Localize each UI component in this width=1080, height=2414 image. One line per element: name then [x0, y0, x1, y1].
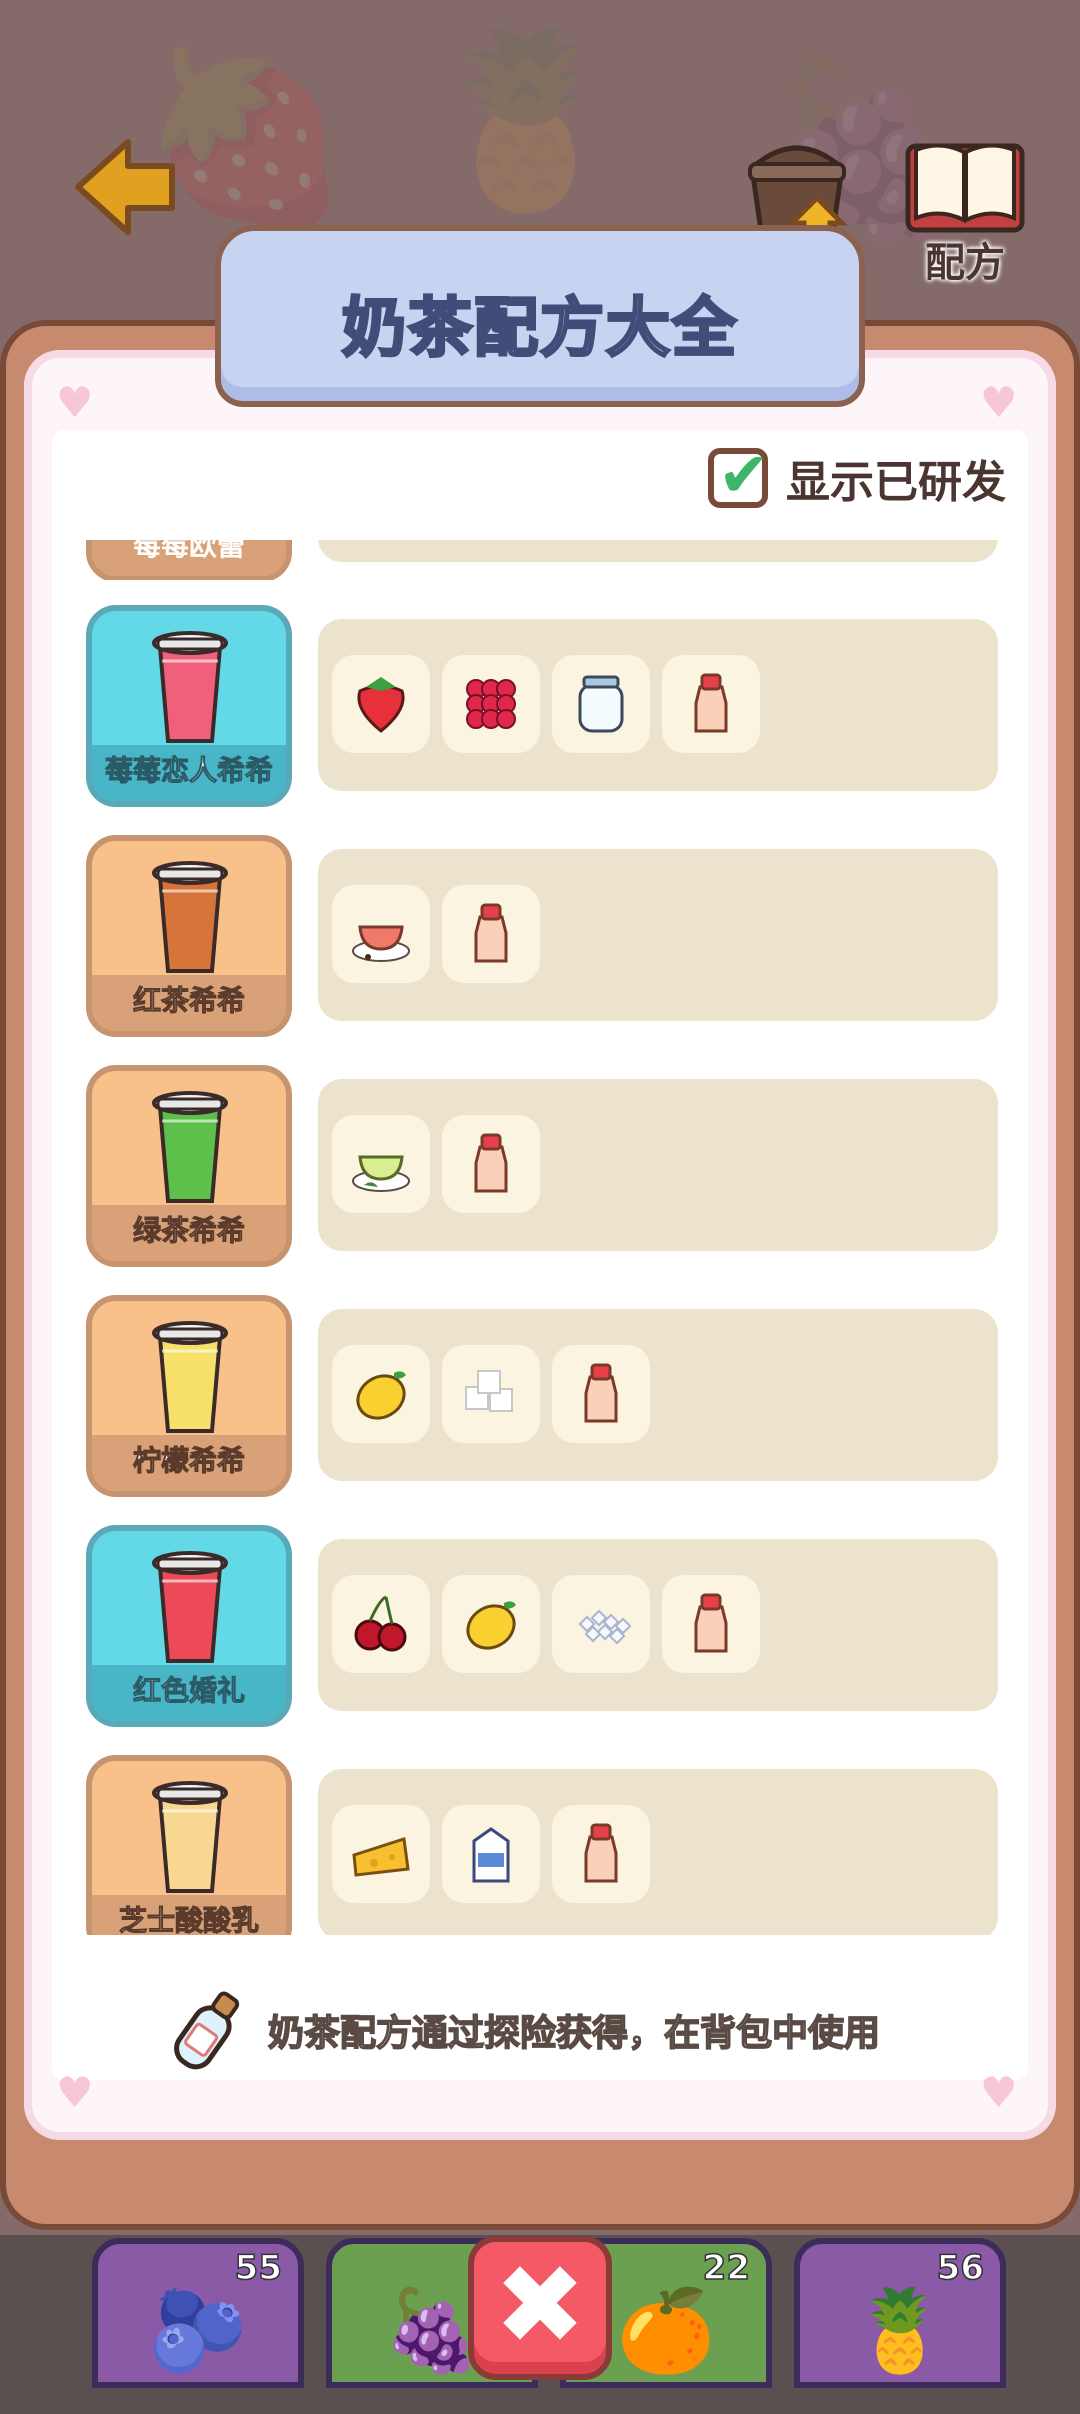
lemon-icon[interactable] [442, 1575, 540, 1673]
message-bottle-icon [174, 1991, 240, 2070]
heart-decoration-icon: ♥ [56, 378, 94, 427]
back-button[interactable] [70, 132, 180, 242]
ingredient-panel [318, 1539, 998, 1711]
ingredient-panel [318, 849, 998, 1021]
lemon-icon[interactable] [332, 1345, 430, 1443]
sugar-crystals-icon[interactable] [552, 1575, 650, 1673]
drink-cup-icon [152, 631, 228, 743]
page-title: 奶茶配方大全 [341, 291, 738, 368]
drink-name: 芝士酸酸乳 [92, 1895, 286, 1935]
show-developed-label: 显示已研发 [786, 457, 1006, 508]
drink-tile[interactable]: 红茶希希 [86, 835, 292, 1037]
recipe-label: 配方 [925, 240, 1005, 286]
sugar-cube-icon[interactable] [442, 1345, 540, 1443]
drink-name: 红茶希希 [92, 975, 286, 1031]
ingredient-panel [318, 1309, 998, 1481]
drink-tile[interactable]: 柠檬希希 [86, 1295, 292, 1497]
checkmark-icon: ✔ [718, 438, 770, 511]
cherry-icon[interactable] [332, 1575, 430, 1673]
recipe-row: 绿茶希希 [86, 1065, 998, 1267]
heart-decoration-icon: ♥ [980, 378, 1018, 427]
drink-cup-icon [152, 861, 228, 973]
drink-name: 莓莓恋人希希乳 [92, 745, 286, 801]
inventory-count: 22 [702, 2247, 751, 2289]
yakult-icon[interactable] [442, 1115, 540, 1213]
jar-icon[interactable] [552, 655, 650, 753]
yakult-icon[interactable] [662, 1575, 760, 1673]
close-button[interactable]: ✖ [468, 2236, 612, 2380]
recipe-row: 柠檬希希 [86, 1295, 998, 1497]
heart-decoration-icon: ♥ [980, 2068, 1018, 2117]
milk-carton-icon[interactable] [442, 1805, 540, 1903]
heart-decoration-icon: ♥ [56, 2068, 94, 2117]
footer-note-text: 奶茶配方通过探险获得，在背包中使用 [267, 2012, 881, 2055]
drink-cup-icon [152, 1551, 228, 1663]
recipe-button[interactable]: 配方 [900, 128, 1030, 288]
green-tea-icon[interactable] [332, 1115, 430, 1213]
recipe-row: 莓莓恋人希希乳 [86, 605, 998, 807]
show-developed-checkbox[interactable]: ✔ [708, 438, 770, 511]
inventory-count: 55 [234, 2247, 283, 2289]
inventory-count: 56 [936, 2247, 985, 2289]
footer-note: 奶茶配方通过探险获得，在背包中使用 [160, 1985, 881, 2075]
recipe-row: 红茶希希 [86, 835, 998, 1037]
drink-tile[interactable]: 莓莓恋人希希乳 [86, 605, 292, 807]
pineapple-bg-icon: 🍍 [420, 21, 632, 219]
drink-cup-icon [152, 1091, 228, 1203]
yakult-icon[interactable] [662, 655, 760, 753]
recipe-row: 红色婚礼 [86, 1525, 998, 1727]
drink-name: 绿茶希希 [92, 1205, 286, 1261]
ingredient-panel [318, 619, 998, 791]
drink-tile[interactable]: 芝士酸酸乳 [86, 1755, 292, 1935]
drink-tile[interactable]: 红色婚礼 [86, 1525, 292, 1727]
back-arrow-icon [75, 139, 175, 235]
show-developed-toggle[interactable]: ✔ 显示已研发 [708, 438, 1006, 513]
title-banner: 奶茶配方大全 [215, 225, 865, 407]
black-tea-icon[interactable] [332, 885, 430, 983]
coffee-bean-cluster-icon: 🫐 [148, 2284, 248, 2377]
drink-cup-icon [152, 1781, 228, 1893]
raspberry-icon[interactable] [442, 655, 540, 753]
recipe-row: 芝士酸酸乳 [86, 1755, 998, 1935]
drink-cup-icon [152, 1321, 228, 1433]
cheese-icon[interactable] [332, 1805, 430, 1903]
drink-tile[interactable]: 绿茶希希 [86, 1065, 292, 1267]
ingredient-panel [318, 1079, 998, 1251]
close-icon: ✖ [493, 2241, 587, 2369]
inventory-slot-pineapple[interactable]: 🍍 56 [794, 2238, 1006, 2388]
recipe-list: 莓莓恋人希希乳 红茶希希 绿茶希希 柠檬希希 红色婚礼 芝士酸酸乳 [86, 545, 998, 1935]
inventory-slot-grapes-dark[interactable]: 🫐 55 [92, 2238, 304, 2388]
strawberry-icon[interactable] [332, 655, 430, 753]
drink-name: 柠檬希希 [92, 1435, 286, 1491]
yakult-icon[interactable] [552, 1805, 650, 1903]
yakult-icon[interactable] [552, 1345, 650, 1443]
yakult-icon[interactable] [442, 885, 540, 983]
drink-name: 红色婚礼 [92, 1665, 286, 1721]
ingredient-panel [318, 1769, 998, 1935]
pineapple-icon: 🍍 [850, 2284, 950, 2377]
